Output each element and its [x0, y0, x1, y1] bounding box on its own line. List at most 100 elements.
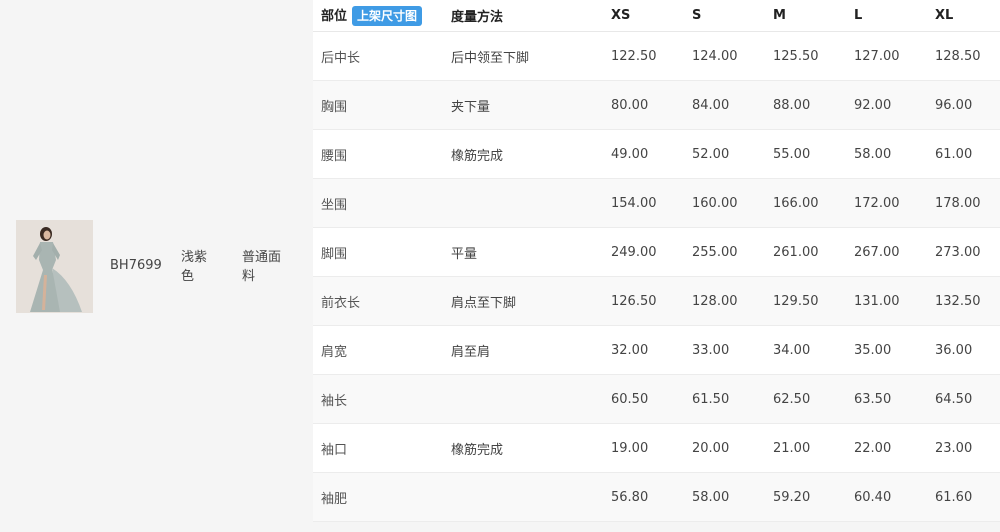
cell-size-value: 166.00 [765, 178, 846, 228]
cell-size-value: 127.00 [846, 31, 927, 81]
cell-part: 胸围 [313, 80, 443, 130]
table-row: 肩宽 肩至肩 32.00 33.00 34.00 35.00 36.00 [313, 325, 1000, 375]
cell-size-value: 23.00 [927, 423, 1000, 473]
cell-size-value: 126.50 [603, 276, 684, 326]
cell-size-value: 35.00 [846, 325, 927, 375]
cell-size-value: 32.00 [603, 325, 684, 375]
cell-method: 肩至肩 [443, 325, 603, 375]
cell-size-value: 80.00 [603, 80, 684, 130]
cell-size-value: 60.40 [846, 472, 927, 522]
header-size-s: S [684, 0, 765, 32]
header-size-m: M [765, 0, 846, 32]
cell-part: 袖口 [313, 423, 443, 473]
cell-size-value: 160.00 [684, 178, 765, 228]
cell-size-value: 62.50 [765, 374, 846, 424]
table-header-row: 部位 上架尺寸图 度量方法 XS S M L XL [313, 0, 1000, 32]
cell-part: 腰围 [313, 129, 443, 179]
product-material: 普通面料 [242, 250, 282, 284]
header-size-xl: XL [927, 0, 1000, 32]
product-row: BH7699 浅紫色 普通面料 [0, 0, 303, 532]
table-row: 腰围 橡筋完成 49.00 52.00 55.00 58.00 61.00 [313, 129, 1000, 179]
table-row: 袖肥 56.80 58.00 59.20 60.40 61.60 [313, 472, 1000, 522]
cell-size-value: 55.00 [765, 129, 846, 179]
cell-size-value: 92.00 [846, 80, 927, 130]
cell-size-value: 60.50 [603, 374, 684, 424]
cell-size-value: 132.50 [927, 276, 1000, 326]
cell-size-value: 58.00 [846, 129, 927, 179]
table-row: 胸围 夹下量 80.00 84.00 88.00 92.00 96.00 [313, 80, 1000, 130]
table-row: 脚围 平量 249.00 255.00 261.00 267.00 273.00 [313, 227, 1000, 277]
cell-size-value: 64.50 [927, 374, 1000, 424]
cell-size-value: 129.50 [765, 276, 846, 326]
size-table: 部位 上架尺寸图 度量方法 XS S M L XL 后中长 后中领至下脚 122.50… [313, 0, 1000, 522]
table-row: 后中长 后中领至下脚 122.50 124.00 125.50 127.00 128.50 [313, 31, 1000, 81]
table-row: 前衣长 肩点至下脚 126.50 128.00 129.50 131.00 132.50 [313, 276, 1000, 326]
size-table-panel: 部位 上架尺寸图 度量方法 XS S M L XL 后中长 后中领至下脚 122.50… [313, 0, 1000, 522]
cell-method: 夹下量 [443, 80, 603, 130]
cell-size-value: 96.00 [927, 80, 1000, 130]
cell-size-value: 88.00 [765, 80, 846, 130]
cell-method [443, 374, 603, 424]
table-row: 袖口 橡筋完成 19.00 20.00 21.00 22.00 23.00 [313, 423, 1000, 473]
cell-size-value: 154.00 [603, 178, 684, 228]
table-row: 坐围 154.00 160.00 166.00 172.00 178.00 [313, 178, 1000, 228]
cell-size-value: 34.00 [765, 325, 846, 375]
cell-size-value: 61.50 [684, 374, 765, 424]
cell-size-value: 84.00 [684, 80, 765, 130]
cell-size-value: 261.00 [765, 227, 846, 277]
cell-part: 袖长 [313, 374, 443, 424]
page: BH7699 浅紫色 普通面料 部位 上架尺寸图 度量方法 XS S M L X… [0, 0, 1000, 532]
cell-size-value: 49.00 [603, 129, 684, 179]
cell-size-value: 58.00 [684, 472, 765, 522]
cell-size-value: 249.00 [603, 227, 684, 277]
cell-size-value: 61.00 [927, 129, 1000, 179]
cell-size-value: 255.00 [684, 227, 765, 277]
cell-part: 前衣长 [313, 276, 443, 326]
header-method: 度量方法 [443, 0, 603, 32]
cell-size-value: 267.00 [846, 227, 927, 277]
product-color: 浅紫色 [181, 250, 208, 284]
size-chart-badge[interactable]: 上架尺寸图 [352, 6, 423, 27]
cell-size-value: 273.00 [927, 227, 1000, 277]
cell-size-value: 131.00 [846, 276, 927, 326]
header-size-l: L [846, 0, 927, 32]
cell-size-value: 125.50 [765, 31, 846, 81]
cell-method: 平量 [443, 227, 603, 277]
cell-size-value: 124.00 [684, 31, 765, 81]
cell-size-value: 21.00 [765, 423, 846, 473]
cell-size-value: 19.00 [603, 423, 684, 473]
cell-size-value: 59.20 [765, 472, 846, 522]
table-row: 袖长 60.50 61.50 62.50 63.50 64.50 [313, 374, 1000, 424]
cell-size-value: 36.00 [927, 325, 1000, 375]
product-sku: BH7699 [110, 258, 162, 273]
cell-size-value: 63.50 [846, 374, 927, 424]
cell-size-value: 122.50 [603, 31, 684, 81]
cell-method: 橡筋完成 [443, 423, 603, 473]
cell-size-value: 128.50 [927, 31, 1000, 81]
cell-size-value: 20.00 [684, 423, 765, 473]
cell-size-value: 22.00 [846, 423, 927, 473]
cell-size-value: 56.80 [603, 472, 684, 522]
cell-part: 后中长 [313, 31, 443, 81]
cell-method [443, 178, 603, 228]
cell-part: 肩宽 [313, 325, 443, 375]
header-size-xs: XS [603, 0, 684, 32]
cell-part: 脚围 [313, 227, 443, 277]
cell-size-value: 61.60 [927, 472, 1000, 522]
cell-method: 后中领至下脚 [443, 31, 603, 81]
cell-part: 袖肥 [313, 472, 443, 522]
cell-size-value: 178.00 [927, 178, 1000, 228]
header-part-label: 部位 [321, 8, 348, 24]
size-table-body: 后中长 后中领至下脚 122.50 124.00 125.50 127.00 128.50 胸… [313, 31, 1000, 522]
cell-size-value: 52.00 [684, 129, 765, 179]
cell-method: 肩点至下脚 [443, 276, 603, 326]
cell-size-value: 128.00 [684, 276, 765, 326]
product-thumbnail[interactable] [16, 220, 93, 313]
dress-photo-icon [16, 220, 93, 313]
cell-method: 橡筋完成 [443, 129, 603, 179]
header-part: 部位 上架尺寸图 [313, 0, 443, 32]
cell-size-value: 172.00 [846, 178, 927, 228]
cell-part: 坐围 [313, 178, 443, 228]
cell-size-value: 33.00 [684, 325, 765, 375]
cell-method [443, 472, 603, 522]
